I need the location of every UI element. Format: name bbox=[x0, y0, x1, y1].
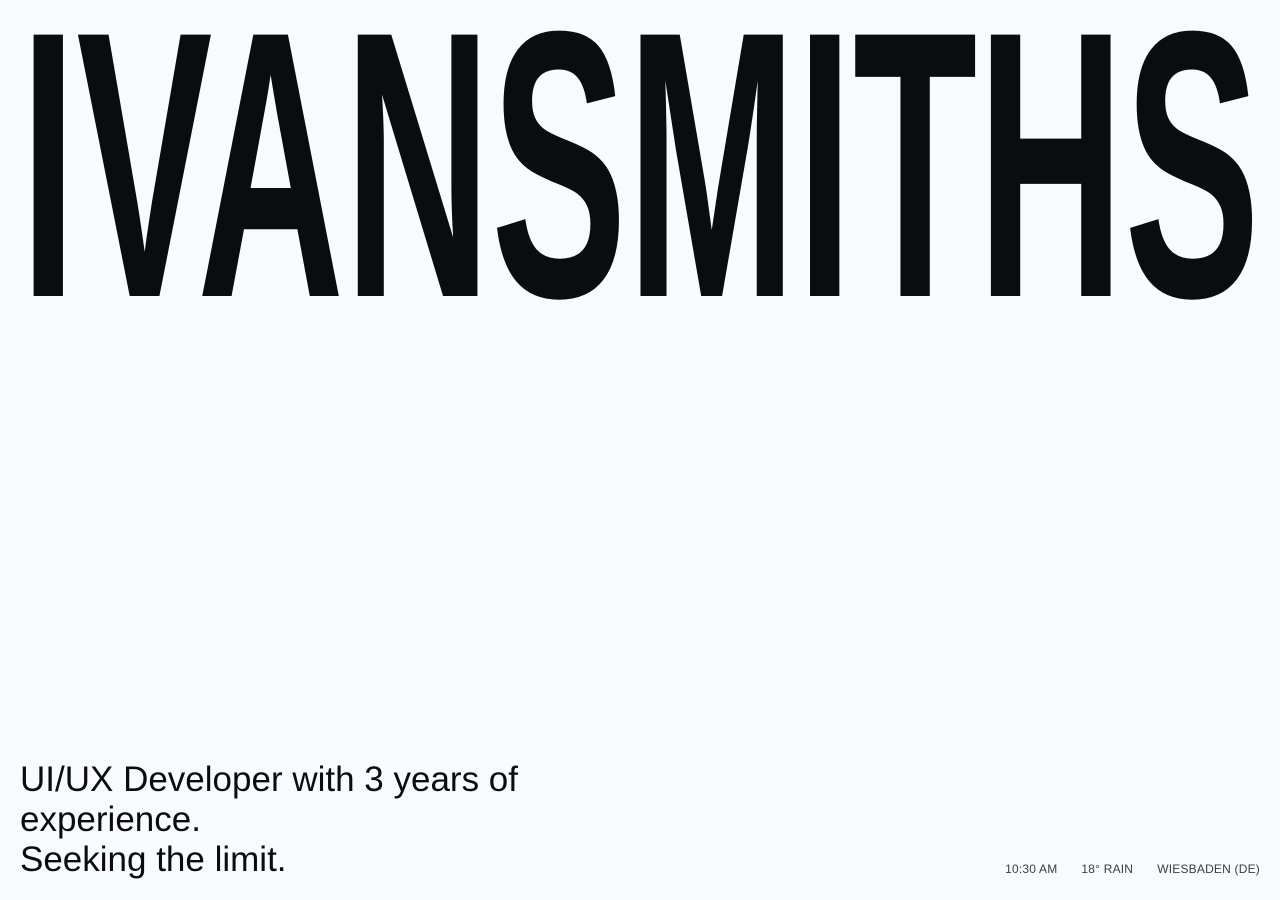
status-time: 10:30 AM bbox=[1005, 862, 1058, 876]
status-location: WIESBADEN (DE) bbox=[1157, 862, 1260, 876]
status-weather: 18° RAIN bbox=[1081, 862, 1134, 876]
intro-tagline: UI/UX Developer with 3 years of experien… bbox=[20, 760, 620, 880]
intro-line-motto: Seeking the limit. bbox=[20, 840, 287, 879]
hero-name-wordmark: IVANSMITHS bbox=[0, 0, 1280, 330]
hero-name-svg: IVANSMITHS bbox=[20, 0, 1260, 330]
intro-line-experience: experience. bbox=[20, 800, 201, 839]
status-bar: 10:30 AM 18° RAIN WIESBADEN (DE) bbox=[1005, 862, 1260, 876]
hero-name-text: IVANSMITHS bbox=[20, 0, 1260, 330]
intro-line-role: UI/UX Developer with 3 years of bbox=[20, 760, 518, 799]
